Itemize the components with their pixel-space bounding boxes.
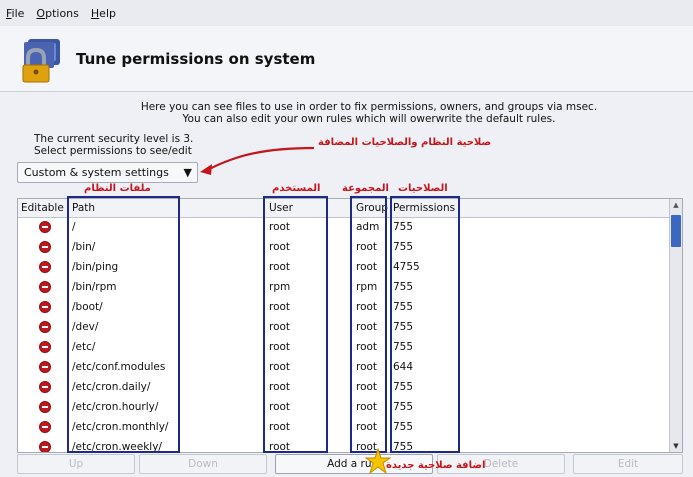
annotation-system-files: ملفات النظام [84,183,151,194]
security-level: The current security level is 3. [34,133,194,145]
delete-rule-icon[interactable] [39,401,51,413]
delete-rule-icon[interactable] [39,361,51,373]
annotation-arrow [200,146,315,175]
permissions-select-value: Custom & system settings [24,166,169,179]
folder-lock-icon [22,39,60,83]
delete-rule-icon[interactable] [39,301,51,313]
delete-rule-icon[interactable] [39,321,51,333]
scroll-thumb[interactable] [671,215,681,247]
delete-rule-icon[interactable] [39,421,51,433]
annotation-box-group [350,196,387,453]
header-banner: Tune permissions on system [0,26,693,92]
security-level-text: The current security level is 3. Select … [34,133,194,157]
scroll-down-icon[interactable]: ▼ [670,440,682,452]
delete-rule-icon[interactable] [39,381,51,393]
button-bar: Up Down Add a rule Delete Edit [17,454,683,474]
scroll-up-icon[interactable]: ▲ [670,199,682,211]
annotation-group: المجموعة [342,183,389,194]
edit-button[interactable]: Edit [573,454,683,474]
annotation-box-user [263,196,328,453]
delete-rule-icon[interactable] [39,261,51,273]
delete-rule-icon[interactable] [39,341,51,353]
delete-rule-icon[interactable] [39,241,51,253]
vertical-scrollbar[interactable]: ▲ ▼ [669,199,682,452]
col-editable[interactable]: Editable [21,202,64,214]
dropdown-arrow-icon: ▼ [183,166,192,179]
annotation-add-new-permission: اضافة صلاحية جديدة [386,460,486,471]
intro-text: Here you can see files to use in order t… [0,101,693,125]
down-button[interactable]: Down [139,454,267,474]
permissions-select[interactable]: Custom & system settings ▼ [17,162,198,183]
annotation-box-permissions [390,196,460,453]
menu-help[interactable]: Help [91,7,116,20]
annotation-system-permissions: صلاحية النظام والصلاحيات المضافة [318,137,492,148]
up-button[interactable]: Up [17,454,135,474]
delete-rule-icon[interactable] [39,221,51,233]
page-title: Tune permissions on system [76,50,316,68]
delete-rule-icon[interactable] [39,281,51,293]
annotation-box-path [67,196,180,453]
annotation-user: المستخدم [272,183,321,194]
menu-options[interactable]: Options [36,7,78,20]
delete-rule-icon[interactable] [39,441,51,452]
intro-line-2: You can also edit your own rules which w… [182,113,556,125]
menu-file[interactable]: File [6,7,24,20]
intro-line-1: Here you can see files to use in order t… [140,101,598,113]
select-permissions-label: Select permissions to see/edit [34,144,192,157]
menubar: File Options Help [0,0,693,26]
annotation-permissions: الصلاحيات [398,183,448,194]
